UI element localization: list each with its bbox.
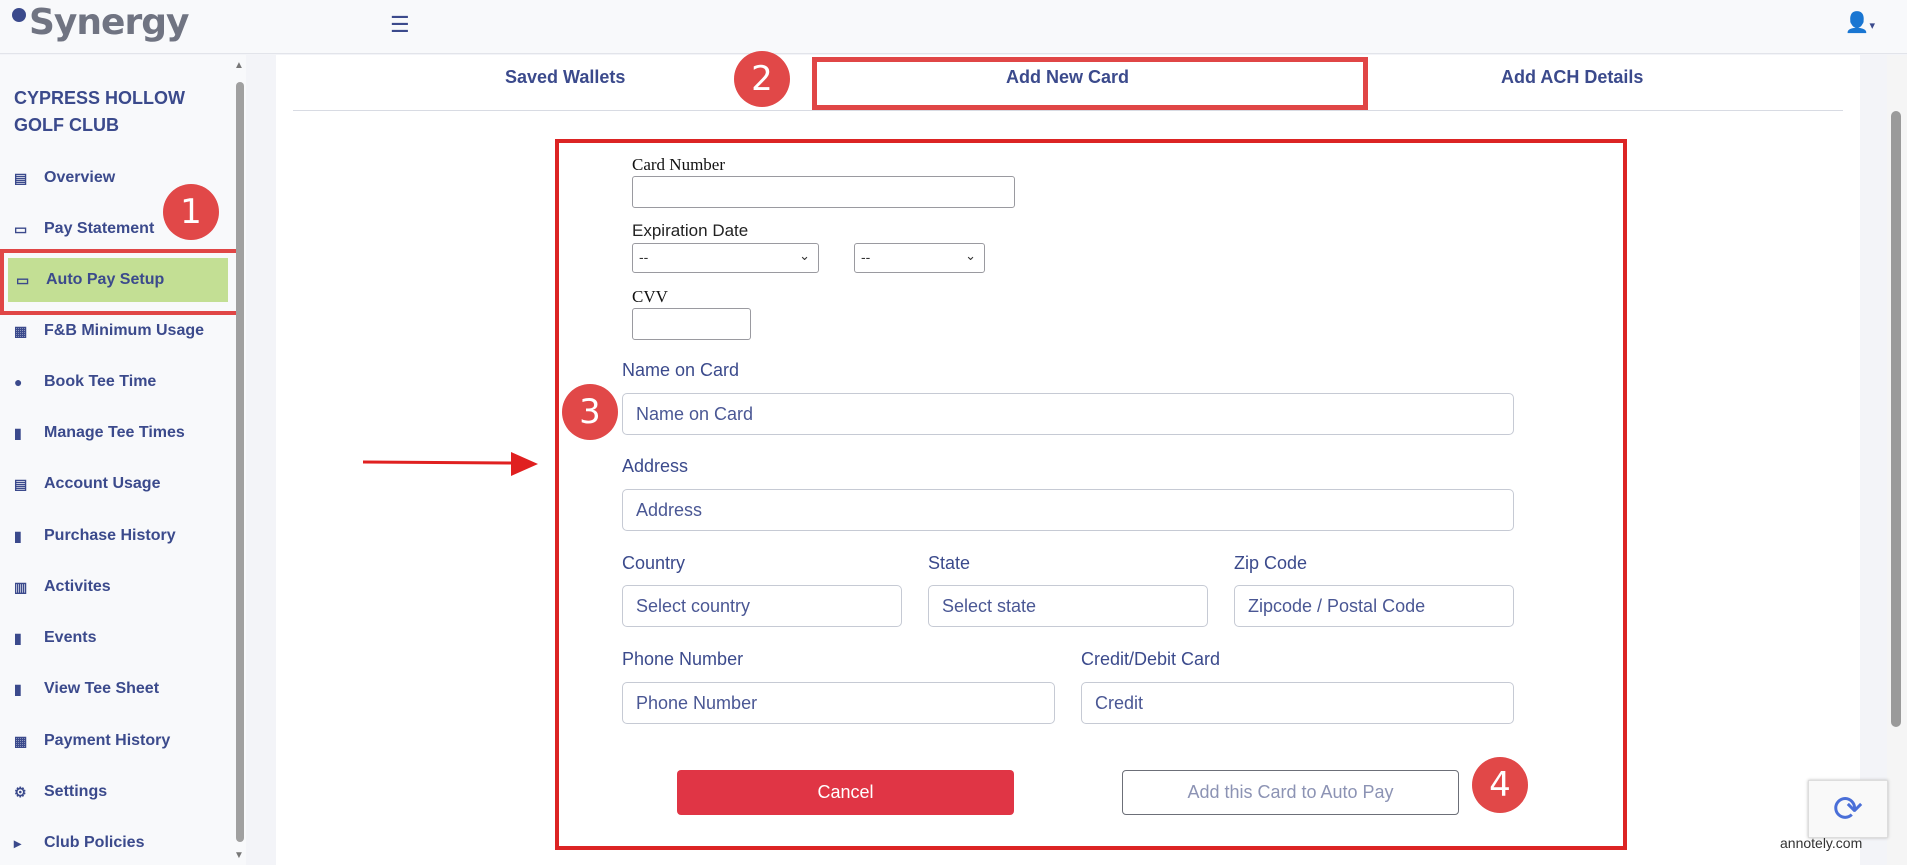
sidebar-item-label: Events — [44, 629, 97, 646]
state-label: State — [928, 553, 971, 573]
sidebar-item-book-tee-time[interactable]: ● Book Tee Time — [14, 368, 156, 396]
receipt-icon: ▮ — [14, 629, 22, 646]
chevron-down-icon: ⌄ — [799, 248, 810, 263]
expiration-date-label: Expiration Date — [632, 221, 749, 240]
sidebar-item-label: Overview — [44, 169, 116, 186]
scroll-up-icon[interactable]: ▲ — [234, 60, 244, 71]
address-label: Address — [622, 456, 689, 476]
sidebar-item-label: Purchase History — [44, 527, 176, 544]
annotation-tab-box — [812, 57, 1368, 110]
sidebar-item-settings[interactable]: ⚙ Settings — [14, 778, 107, 806]
hamburger-icon[interactable]: ☰ — [390, 12, 410, 38]
card-number-label: Card Number — [632, 155, 726, 174]
annotation-arrow-icon — [363, 452, 538, 476]
invoice-icon: ▦ — [14, 322, 28, 339]
megaphone-icon: ▸ — [14, 834, 22, 851]
sidebar-item-club-policies[interactable]: ▸ Club Policies — [14, 829, 144, 857]
state-select[interactable]: Select state — [928, 585, 1208, 627]
card-number-input[interactable] — [632, 176, 1015, 208]
sidebar-scrollbar[interactable]: ▲ ▼ — [232, 60, 246, 861]
zip-code-label: Zip Code — [1234, 553, 1308, 573]
phone-number-input[interactable]: Phone Number — [622, 682, 1055, 724]
sidebar-item-label: Book Tee Time — [44, 373, 157, 390]
sidebar-item-payment-history[interactable]: ▦ Payment History — [14, 727, 170, 755]
tab-add-ach-details[interactable]: Add ACH Details — [1501, 67, 1643, 88]
watermark-text: annotely.com — [1780, 835, 1863, 851]
add-card-to-auto-pay-button[interactable]: Add this Card to Auto Pay — [1122, 770, 1459, 815]
cvv-input[interactable] — [632, 308, 751, 340]
cvv-label: CVV — [632, 287, 668, 306]
sidebar-item-activites[interactable]: ▥ Activites — [14, 573, 111, 601]
receipt-icon: ▮ — [14, 527, 22, 544]
sidebar-item-account-usage[interactable]: ▤ Account Usage — [14, 470, 160, 498]
synergy-logo[interactable]: Synergy — [12, 2, 189, 43]
annotation-marker-1: 1 — [163, 184, 219, 240]
logo-mark-icon — [12, 8, 26, 22]
expiration-month-value: -- — [639, 249, 649, 265]
expiration-month-select[interactable]: -- ⌄ — [632, 243, 819, 273]
sidebar-item-purchase-history[interactable]: ▮ Purchase History — [14, 522, 176, 550]
country-select[interactable]: Select country — [622, 585, 902, 627]
sidebar: CYPRESS HOLLOW GOLF CLUB ▤ Overview ▭ Pay … — [0, 55, 246, 865]
country-label: Country — [622, 553, 686, 573]
name-on-card-input[interactable]: Name on Card — [622, 393, 1514, 435]
card-type-label: Credit/Debit Card — [1081, 649, 1221, 669]
zip-code-input[interactable]: Zipcode / Postal Code — [1234, 585, 1514, 627]
annotation-marker-2: 2 — [734, 51, 790, 107]
user-menu[interactable]: 👤▾ — [1845, 10, 1875, 35]
invoice-icon: ▦ — [14, 732, 28, 749]
caret-down-icon: ▾ — [1869, 20, 1875, 32]
sidebar-item-manage-tee-times[interactable]: ▮ Manage Tee Times — [14, 419, 185, 447]
sidebar-item-view-tee-sheet[interactable]: ▮ View Tee Sheet — [14, 675, 159, 703]
credit-card-icon: ▭ — [14, 220, 28, 237]
sidebar-item-label: Club Policies — [44, 834, 145, 851]
sidebar-item-events[interactable]: ▮ Events — [14, 624, 96, 652]
page-scrollbar[interactable] — [1887, 55, 1907, 865]
gear-icon: ⚙ — [14, 783, 27, 800]
sidebar-item-label: F&B Minimum Usage — [44, 322, 205, 339]
name-on-card-label: Name on Card — [622, 360, 740, 380]
phone-number-label: Phone Number — [622, 649, 744, 669]
top-bar: Synergy ☰ 👤▾ — [0, 0, 1907, 54]
receipt-icon: ▮ — [14, 424, 22, 441]
id-card-icon: ▤ — [14, 169, 28, 186]
card-type-select[interactable]: Credit — [1081, 682, 1514, 724]
chevron-down-icon: ⌄ — [965, 248, 976, 263]
sidebar-item-label: Manage Tee Times — [44, 424, 185, 441]
sidebar-item-label: Account Usage — [44, 475, 161, 492]
cancel-button[interactable]: Cancel — [677, 770, 1014, 815]
sidebar-item-label: Activites — [44, 578, 111, 595]
user-icon: 👤 — [1844, 12, 1870, 34]
expiration-year-value: -- — [861, 249, 871, 265]
sidebar-item-label: Payment History — [44, 732, 171, 749]
tab-saved-wallets[interactable]: Saved Wallets — [505, 67, 625, 88]
sidebar-scroll-thumb[interactable] — [236, 82, 244, 842]
sidebar-item-label: Pay Statement — [44, 220, 155, 237]
scroll-down-icon[interactable]: ▼ — [234, 850, 244, 861]
club-name: CYPRESS HOLLOW GOLF CLUB — [14, 88, 186, 135]
expiration-year-select[interactable]: -- ⌄ — [854, 243, 985, 273]
calendar-icon: ▥ — [14, 578, 28, 595]
logo-text: Synergy — [29, 2, 189, 43]
annotation-highlight-box — [0, 249, 240, 315]
recaptcha-icon[interactable]: ⟳ — [1808, 780, 1888, 838]
sidebar-item-label: Settings — [44, 783, 108, 800]
sidebar-item-overview[interactable]: ▤ Overview — [14, 164, 115, 192]
golf-ball-icon: ● — [14, 374, 23, 390]
address-input[interactable]: Address — [622, 489, 1514, 531]
clipboard-icon: ▮ — [14, 680, 22, 697]
sidebar-item-fb-minimum-usage[interactable]: ▦ F&B Minimum Usage — [14, 317, 204, 345]
sidebar-item-pay-statement[interactable]: ▭ Pay Statement — [14, 215, 154, 243]
page-scroll-thumb[interactable] — [1891, 111, 1901, 727]
id-card-icon: ▤ — [14, 475, 28, 492]
sidebar-item-label: View Tee Sheet — [44, 680, 160, 697]
